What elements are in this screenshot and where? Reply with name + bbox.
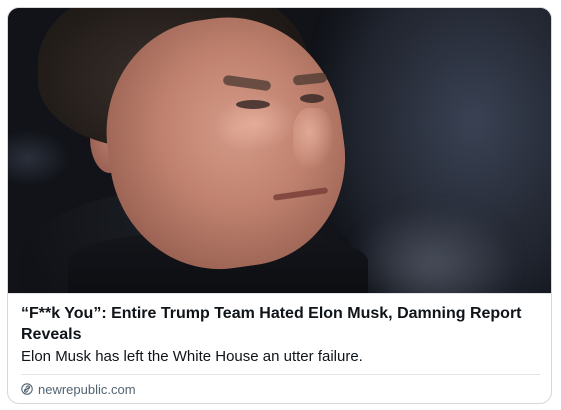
link-icon bbox=[21, 383, 33, 395]
portrait-nose bbox=[293, 108, 333, 168]
background-blur-light bbox=[353, 208, 513, 293]
portrait-eye-right bbox=[300, 94, 324, 103]
image-divider bbox=[8, 293, 551, 294]
article-thumbnail-image[interactable] bbox=[8, 8, 551, 293]
article-title[interactable]: “F**k You”: Entire Trump Team Hated Elon… bbox=[21, 303, 541, 345]
portrait-eye-left bbox=[236, 100, 270, 109]
article-description: Elon Musk has left the White House an ut… bbox=[21, 348, 363, 365]
source-link[interactable]: newrepublic.com bbox=[21, 380, 136, 398]
source-domain[interactable]: newrepublic.com bbox=[38, 382, 136, 397]
source-divider bbox=[21, 374, 540, 375]
link-preview-card[interactable]: “F**k You”: Entire Trump Team Hated Elon… bbox=[7, 7, 552, 404]
